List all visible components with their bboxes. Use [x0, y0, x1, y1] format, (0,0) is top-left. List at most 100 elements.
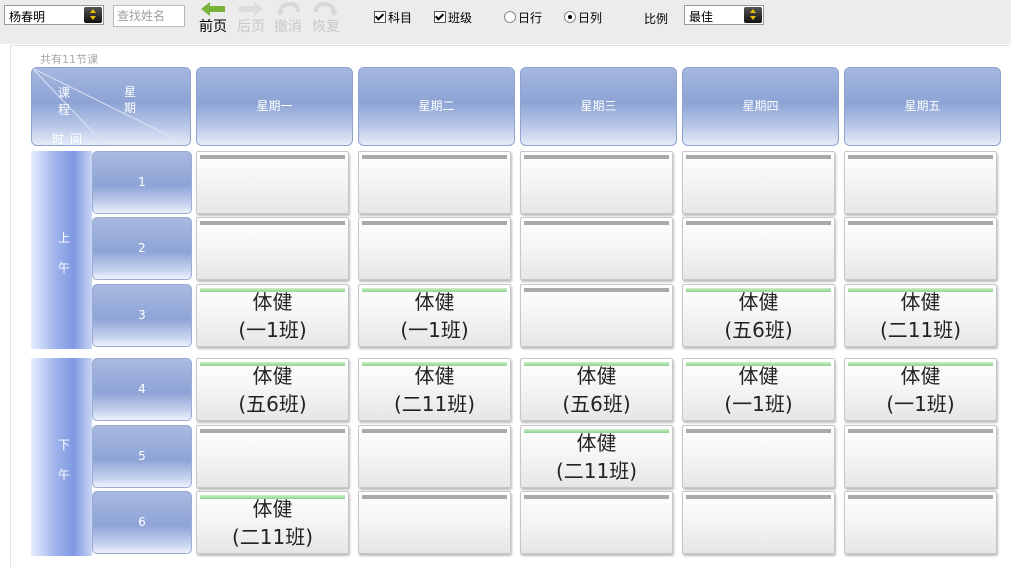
- cell-strip: [362, 429, 507, 433]
- dropdown-arrow-icon[interactable]: [744, 7, 762, 23]
- checkbox-checked-icon[interactable]: [374, 11, 386, 23]
- timetable-cell[interactable]: 体健 (五6班): [520, 358, 673, 421]
- timetable-cell[interactable]: [520, 491, 673, 554]
- cell-strip: [686, 221, 831, 225]
- cell-class: (一1班): [886, 392, 955, 416]
- timetable-cell[interactable]: [682, 491, 835, 554]
- redo-button[interactable]: 恢复: [306, 0, 346, 40]
- timetable-cell[interactable]: [196, 151, 349, 214]
- next-page-button[interactable]: 后页: [231, 0, 271, 40]
- lesson-number[interactable]: 1: [92, 151, 192, 214]
- period-label-char: 午: [58, 261, 71, 275]
- undo-button[interactable]: 撤消: [268, 0, 308, 40]
- timetable-cell[interactable]: [682, 425, 835, 488]
- timetable-cell[interactable]: 体健 (二11班): [520, 425, 673, 488]
- timetable-cell[interactable]: [358, 425, 511, 488]
- timetable-cell[interactable]: [520, 151, 673, 214]
- lesson-number[interactable]: 2: [92, 217, 192, 280]
- cell-strip: [362, 495, 507, 499]
- timetable-cell[interactable]: 体健 (五6班): [682, 284, 835, 347]
- timetable-cell[interactable]: 体健 (一1班): [844, 358, 997, 421]
- toolbar: 杨春明 前页 后页 撤消 恢复 科目 班级 日行 日列: [0, 0, 1011, 44]
- cell-subject: 体健: [738, 290, 779, 314]
- timetable-cell[interactable]: 体健 (二11班): [844, 284, 997, 347]
- timetable-cell[interactable]: [520, 284, 673, 347]
- timetable-cell[interactable]: [682, 217, 835, 280]
- cell-subject: 体健: [738, 364, 779, 388]
- day-header[interactable]: 星期五: [844, 67, 1001, 146]
- day-header[interactable]: 星期三: [520, 67, 677, 146]
- subject-checkbox-label: 科目: [388, 11, 413, 25]
- cell-strip: [524, 495, 669, 499]
- cell-class: (一1班): [238, 318, 307, 342]
- cell-class: (二11班): [555, 459, 638, 483]
- next-page-label: 后页: [237, 19, 265, 35]
- timetable-cell[interactable]: [844, 151, 997, 214]
- class-checkbox-label: 班级: [448, 11, 473, 25]
- teacher-select[interactable]: 杨春明: [4, 5, 104, 25]
- cell-subject: 体健: [252, 364, 293, 388]
- day-header[interactable]: 星期二: [358, 67, 515, 146]
- cell-class: (一1班): [724, 392, 793, 416]
- timetable-cell[interactable]: [844, 491, 997, 554]
- cell-class: (五6班): [238, 392, 307, 416]
- dropdown-arrow-icon[interactable]: [84, 7, 102, 23]
- cell-subject: 体健: [576, 431, 617, 455]
- period-afternoon: 下午: [31, 358, 92, 556]
- timetable-cell[interactable]: [358, 151, 511, 214]
- arrow-left-icon: [201, 2, 225, 16]
- cell-subject: 体健: [900, 290, 941, 314]
- cell-class: (二11班): [393, 392, 476, 416]
- lesson-count: 共有11节课: [40, 53, 98, 66]
- period-morning: 上午: [31, 151, 92, 349]
- subject-checkbox[interactable]: 科目: [374, 9, 412, 26]
- daily-column-radio[interactable]: 日列: [564, 9, 602, 26]
- timetable-cell[interactable]: 体健 (二11班): [196, 491, 349, 554]
- lesson-number[interactable]: 5: [92, 425, 192, 488]
- period-label-char: 上: [58, 231, 71, 245]
- radio-unselected-icon[interactable]: [504, 11, 516, 23]
- cell-subject: 体健: [414, 290, 455, 314]
- prev-page-button[interactable]: 前页: [193, 0, 233, 40]
- radio-selected-icon[interactable]: [564, 11, 576, 23]
- cell-strip: [362, 221, 507, 225]
- cell-strip: [848, 155, 993, 159]
- timetable-cell[interactable]: 体健 (一1班): [358, 284, 511, 347]
- lesson-number[interactable]: 3: [92, 284, 192, 347]
- day-header[interactable]: 星期四: [682, 67, 839, 146]
- timetable-cell[interactable]: [196, 217, 349, 280]
- timetable-cell[interactable]: [844, 425, 997, 488]
- cell-strip: [686, 429, 831, 433]
- lesson-number[interactable]: 6: [92, 491, 192, 554]
- timetable-cell[interactable]: 体健 (五6班): [196, 358, 349, 421]
- cell-strip: [524, 155, 669, 159]
- timetable-cell[interactable]: [358, 491, 511, 554]
- daily-row-radio[interactable]: 日行: [504, 9, 542, 26]
- timetable-cell[interactable]: [196, 425, 349, 488]
- cell-strip: [524, 288, 669, 292]
- arrow-right-icon: [239, 2, 263, 16]
- day-header[interactable]: 星期一: [196, 67, 353, 146]
- cell-strip: [200, 221, 345, 225]
- timetable-cell[interactable]: [844, 217, 997, 280]
- ratio-select[interactable]: 最佳: [684, 5, 764, 25]
- timetable-cell[interactable]: 体健 (一1班): [682, 358, 835, 421]
- cell-class: (五6班): [562, 392, 631, 416]
- lesson-number[interactable]: 4: [92, 358, 192, 421]
- cell-strip: [362, 155, 507, 159]
- class-checkbox[interactable]: 班级: [434, 9, 472, 26]
- search-name-input[interactable]: [113, 5, 185, 27]
- cell-subject: 体健: [900, 364, 941, 388]
- timetable-cell[interactable]: 体健 (二11班): [358, 358, 511, 421]
- period-label-char: 下: [58, 438, 71, 452]
- timetable-cell[interactable]: [358, 217, 511, 280]
- timetable-cell[interactable]: [520, 217, 673, 280]
- checkbox-checked-icon[interactable]: [434, 11, 446, 23]
- cell-class: (五6班): [724, 318, 793, 342]
- timetable-cell[interactable]: [682, 151, 835, 214]
- cell-class: (二11班): [231, 525, 314, 549]
- redo-icon: [314, 2, 338, 16]
- ratio-label: 比例: [644, 12, 669, 26]
- timetable-cell[interactable]: 体健 (一1班): [196, 284, 349, 347]
- cell-strip: [848, 221, 993, 225]
